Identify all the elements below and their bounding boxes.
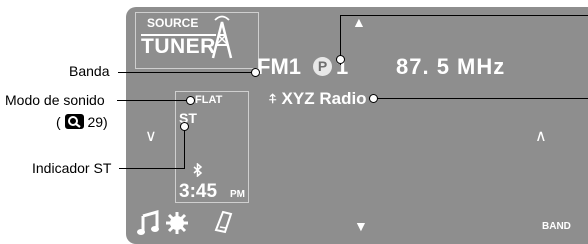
- phone-icon[interactable]: [213, 210, 235, 239]
- rds-icon: ⍏: [269, 91, 277, 106]
- leader-st-h: [119, 168, 184, 169]
- station-name: ⍏ XYZ Radio: [269, 89, 367, 109]
- bluetooth-icon: [193, 162, 203, 180]
- leader-band: [118, 72, 255, 73]
- callout-sound-mode-ref: ( 29): [56, 114, 108, 130]
- callout-band: Banda: [69, 63, 110, 79]
- clock-time: 3:45: [179, 181, 218, 202]
- callout-st-indicator: Indicador ST: [32, 160, 112, 176]
- magnifier-icon: [64, 114, 84, 129]
- leader-sound-mode: [117, 100, 191, 101]
- band-button[interactable]: BAND: [542, 221, 571, 232]
- station-name-text: XYZ Radio: [281, 89, 367, 108]
- callout-sound-mode: Modo de sonido: [5, 92, 105, 108]
- leader-preset-h: [340, 15, 588, 16]
- leader-preset-dot: [336, 55, 345, 64]
- music-settings-icon[interactable]: [137, 209, 193, 242]
- leader-sound-mode-dot: [186, 96, 195, 105]
- leader-station-dot: [369, 94, 378, 103]
- sound-mode-indicator: FLAT: [195, 94, 223, 106]
- left-arrow-button[interactable]: ∨: [145, 126, 157, 146]
- down-arrow-button[interactable]: ▼: [354, 218, 368, 234]
- ref-page: 29): [87, 114, 108, 130]
- up-arrow-button[interactable]: ▲: [352, 14, 366, 30]
- right-arrow-button[interactable]: ∧: [535, 126, 547, 146]
- preset-badge-icon: P: [313, 57, 332, 76]
- leader-st-v: [184, 126, 185, 169]
- leader-band-dot: [251, 68, 260, 77]
- source-label: SOURCE: [147, 16, 199, 30]
- band-display: FM1: [257, 54, 301, 79]
- clock-ampm: PM: [230, 189, 245, 200]
- source-tuner-label: TUNER: [141, 34, 216, 58]
- radio-tower-icon: [211, 15, 233, 64]
- leader-st-dot: [180, 122, 189, 131]
- ref-open-paren: (: [56, 114, 61, 130]
- leader-station: [373, 98, 588, 99]
- frequency-display: 87. 5 MHz: [396, 54, 506, 79]
